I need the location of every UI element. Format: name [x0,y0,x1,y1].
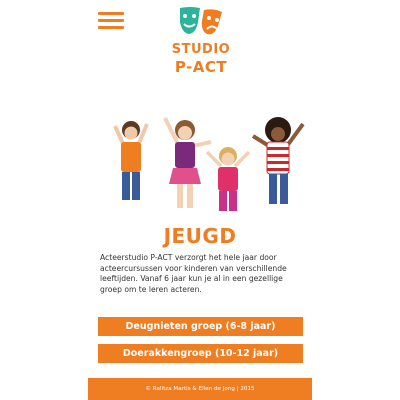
logo-text-pact: P-ACT [174,58,228,76]
footer: © Ralitza Martis & Ellen de Jong | 2015 [88,378,312,400]
hamburger-menu-button[interactable] [98,12,124,30]
menu-bar [98,12,124,15]
intro-paragraph: Acteerstudio P-ACT verzorgt het hele jaa… [100,253,287,294]
children-jumping-illustration [107,108,313,213]
page-container: STUDIO P-ACT JEUGD Acteerstudio P-ACT ve… [88,0,313,400]
theater-masks-icon [180,7,222,35]
doerakken-group-button[interactable]: Doerakkengroep (10-12 jaar) [98,344,303,363]
deugnieten-group-button[interactable]: Deugnieten groep (6-8 jaar) [98,317,303,336]
hero-photo-children-jumping [107,108,313,213]
studio-pact-logo[interactable]: STUDIO P-ACT [156,6,246,86]
menu-bar [98,19,124,22]
page-title: JEUGD [163,224,237,248]
menu-bar [98,26,124,29]
logo-text-studio: STUDIO [171,42,231,57]
footer-copyright: © Ralitza Martis & Ellen de Jong | 2015 [145,386,255,392]
